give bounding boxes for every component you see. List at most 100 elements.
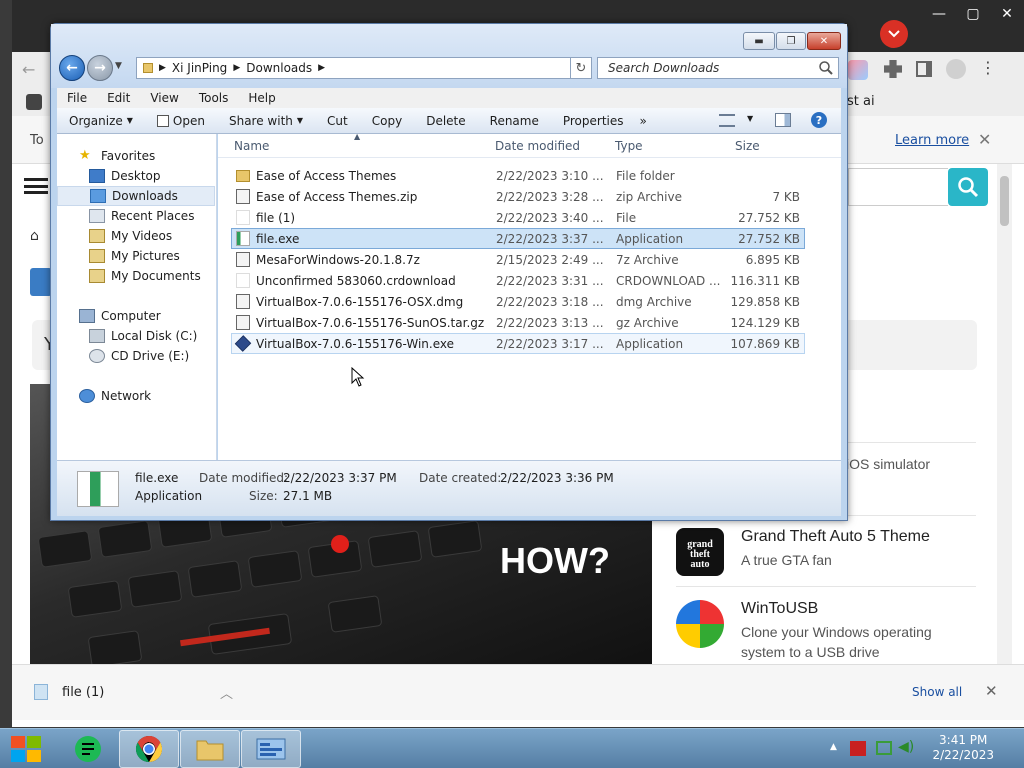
close-icon[interactable]: ✕ xyxy=(978,130,991,149)
rename-button[interactable]: Rename xyxy=(478,114,551,128)
back-icon[interactable]: ← xyxy=(22,60,35,79)
page-scrollbar[interactable] xyxy=(997,164,1012,664)
copy-button[interactable]: Copy xyxy=(360,114,414,128)
start-button[interactable] xyxy=(0,730,52,768)
search-input[interactable]: Search Downloads xyxy=(597,57,839,79)
card-title[interactable]: Grand Theft Auto 5 Theme xyxy=(741,528,930,546)
share-with-button[interactable]: Share with ▼ xyxy=(217,114,315,128)
taskbar-file-explorer[interactable] xyxy=(180,730,240,768)
file-row[interactable]: MesaForWindows-20.1.8.7z 2/15/2023 2:49 … xyxy=(231,249,805,270)
extension-icon[interactable] xyxy=(848,60,868,80)
breadcrumb-downloads[interactable]: Downloads xyxy=(246,61,312,75)
home-icon[interactable]: ⌂ xyxy=(30,228,39,244)
search-icon[interactable] xyxy=(818,60,834,76)
address-bar[interactable]: ▶ Xi JinPing ▶ Downloads ▶ ▼ xyxy=(136,57,592,79)
menu-edit[interactable]: Edit xyxy=(97,91,140,105)
file-row-hovered[interactable]: VirtualBox-7.0.6-155176-Win.exe 2/22/202… xyxy=(231,333,805,354)
chrome-menu-badge[interactable] xyxy=(880,20,908,48)
maximize-button[interactable]: ❐ xyxy=(776,32,806,50)
chevron-up-icon[interactable]: ︿ xyxy=(220,683,233,702)
site-search-input[interactable] xyxy=(848,168,948,206)
open-button[interactable]: Open xyxy=(145,114,217,128)
profile-avatar[interactable] xyxy=(946,59,966,79)
file-type: dmg Archive xyxy=(616,295,692,309)
chevron-down-icon[interactable]: ▼ xyxy=(747,114,753,123)
downloads-folder-icon xyxy=(90,189,106,203)
nav-local-disk[interactable]: Local Disk (C:) xyxy=(57,326,215,346)
sidepanel-icon[interactable] xyxy=(916,61,932,77)
file-row[interactable]: Ease of Access Themes 2/22/2023 3:10 ...… xyxy=(231,165,805,186)
scrollbar-thumb[interactable] xyxy=(1000,176,1009,226)
taskbar-chrome[interactable] xyxy=(119,730,179,768)
nav-label: Computer xyxy=(101,309,161,323)
breadcrumb-separator-icon[interactable]: ▶ xyxy=(318,63,325,73)
file-row[interactable]: VirtualBox-7.0.6-155176-OSX.dmg 2/22/202… xyxy=(231,291,805,312)
more-commands-button[interactable]: » xyxy=(636,114,651,128)
minimize-icon[interactable]: — xyxy=(922,0,956,28)
file-date: 2/22/2023 3:10 ... xyxy=(496,169,604,183)
maximize-icon[interactable]: ▢ xyxy=(956,0,990,28)
volume-icon[interactable]: ◀) xyxy=(898,739,914,755)
network-tray-icon[interactable] xyxy=(876,741,892,755)
system-clock[interactable]: 3:41 PM 2/22/2023 xyxy=(932,733,994,763)
column-type[interactable]: Type xyxy=(615,139,643,153)
file-size: 6.895 KB xyxy=(745,253,800,267)
forward-button[interactable]: → xyxy=(87,55,113,81)
menu-help[interactable]: Help xyxy=(238,91,285,105)
file-size: 27.752 KB xyxy=(738,232,800,246)
breadcrumb-separator-icon[interactable]: ▶ xyxy=(233,63,240,73)
chevron-down-icon[interactable]: ▼ xyxy=(115,61,122,71)
file-row[interactable]: Unconfirmed 583060.crdownload 2/22/2023 … xyxy=(231,270,805,291)
nav-computer[interactable]: Computer xyxy=(57,306,215,326)
refresh-button[interactable]: ↻ xyxy=(570,57,592,79)
download-filename[interactable]: file (1) xyxy=(62,685,104,700)
view-options-icon[interactable] xyxy=(719,114,735,127)
file-row[interactable]: Ease of Access Themes.zip 2/22/2023 3:28… xyxy=(231,186,805,207)
nav-desktop[interactable]: Desktop xyxy=(57,166,215,186)
bookmark-label[interactable]: st ai xyxy=(847,94,875,109)
bookmark-icon[interactable] xyxy=(26,94,42,110)
column-size[interactable]: Size xyxy=(735,139,760,153)
nav-label: Local Disk (C:) xyxy=(111,329,198,343)
menu-file[interactable]: File xyxy=(57,91,97,105)
file-row[interactable]: VirtualBox-7.0.6-155176-SunOS.tar.gz 2/2… xyxy=(231,312,805,333)
learn-more-link[interactable]: Learn more xyxy=(895,133,969,148)
menu-view[interactable]: View xyxy=(140,91,188,105)
column-name[interactable]: Name xyxy=(234,139,269,153)
cut-button[interactable]: Cut xyxy=(315,114,360,128)
nav-downloads[interactable]: Downloads xyxy=(57,186,215,206)
card-title[interactable]: WinToUSB xyxy=(741,600,818,618)
menu-tools[interactable]: Tools xyxy=(189,91,239,105)
back-button[interactable]: ← xyxy=(59,55,85,81)
taskbar-notes-app[interactable] xyxy=(58,730,118,768)
show-all-button[interactable]: Show all xyxy=(912,685,962,699)
breadcrumb-separator-icon[interactable]: ▶ xyxy=(159,63,166,73)
nav-my-videos[interactable]: My Videos xyxy=(57,226,215,246)
site-search-button[interactable] xyxy=(948,168,988,206)
breadcrumb-user[interactable]: Xi JinPing xyxy=(172,61,227,75)
file-row[interactable]: file (1) 2/22/2023 3:40 ... File 27.752 … xyxy=(231,207,805,228)
help-icon[interactable]: ? xyxy=(811,112,827,128)
nav-recent-places[interactable]: Recent Places xyxy=(57,206,215,226)
properties-button[interactable]: Properties xyxy=(551,114,636,128)
preview-pane-icon[interactable] xyxy=(775,113,791,127)
close-icon[interactable]: ✕ xyxy=(990,0,1024,28)
tray-overflow-icon[interactable]: ▲ xyxy=(830,742,837,752)
organize-button[interactable]: Organize ▼ xyxy=(57,114,145,128)
file-row-selected[interactable]: file.exe 2/22/2023 3:37 ... Application … xyxy=(231,228,805,249)
action-center-flag-icon[interactable] xyxy=(850,741,866,756)
nav-my-pictures[interactable]: My Pictures xyxy=(57,246,215,266)
column-date-modified[interactable]: Date modified xyxy=(495,139,580,153)
puzzle-icon[interactable] xyxy=(884,60,902,78)
close-icon[interactable]: ✕ xyxy=(985,682,998,700)
delete-button[interactable]: Delete xyxy=(414,114,477,128)
nav-cd-drive[interactable]: CD Drive (E:) xyxy=(57,346,215,366)
nav-my-documents[interactable]: My Documents xyxy=(57,266,215,286)
taskbar-control-panel[interactable] xyxy=(241,730,301,768)
details-pane: file.exe Application Date modified: 2/22… xyxy=(57,460,841,516)
nav-network[interactable]: Network xyxy=(57,386,215,406)
minimize-button[interactable]: ▬ xyxy=(743,32,775,50)
nav-favorites[interactable]: ★ Favorites xyxy=(57,146,215,166)
kebab-menu-icon[interactable]: ⋮ xyxy=(980,58,996,77)
close-button[interactable]: ✕ xyxy=(807,32,841,50)
